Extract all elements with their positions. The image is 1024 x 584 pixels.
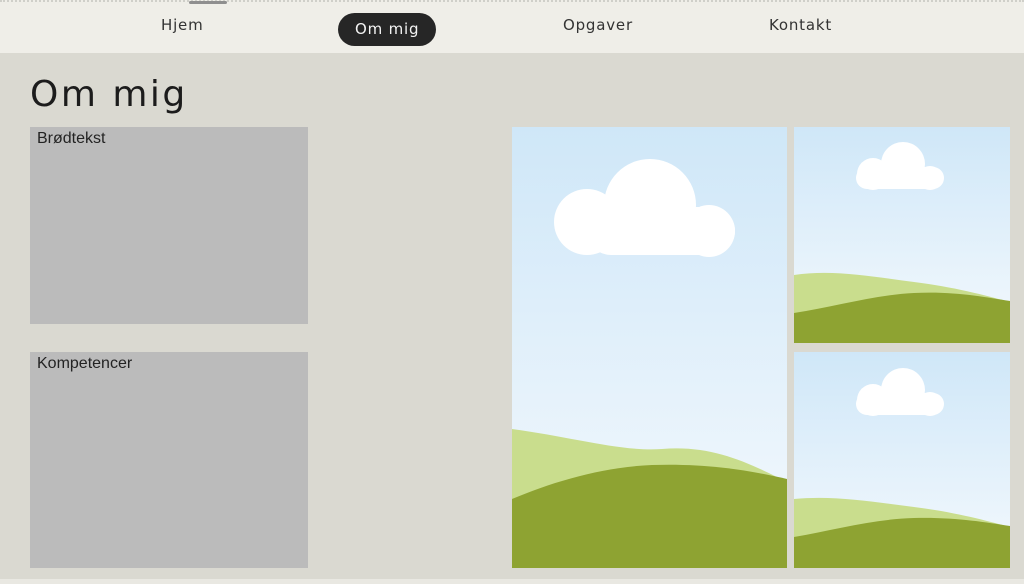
landscape-placeholder-image — [512, 127, 787, 568]
top-nav: Hjem Om mig Opgaver Kontakt — [0, 0, 1024, 53]
landscape-illustration — [512, 127, 787, 568]
nav-item-om-mig[interactable]: Om mig — [338, 13, 437, 46]
nav-item-kontakt[interactable]: Kontakt — [769, 10, 832, 44]
skills-panel: Kompetencer — [30, 352, 308, 568]
landscape-placeholder-image-small-top — [794, 127, 1010, 343]
nav-item-hjem[interactable]: Hjem — [161, 10, 204, 44]
body-text-panel: Brødtekst — [30, 127, 308, 324]
body-text-label: Brødtekst — [37, 130, 106, 147]
landscape-illustration — [794, 352, 1010, 568]
landscape-placeholder-image-small-bottom — [794, 352, 1010, 568]
page-title: Om mig — [30, 74, 188, 115]
nav-hover-indicator — [189, 1, 227, 4]
skills-label: Kompetencer — [37, 355, 133, 372]
bottom-edge — [0, 579, 1024, 584]
nav-item-opgaver[interactable]: Opgaver — [563, 10, 633, 44]
landscape-illustration — [794, 127, 1010, 343]
